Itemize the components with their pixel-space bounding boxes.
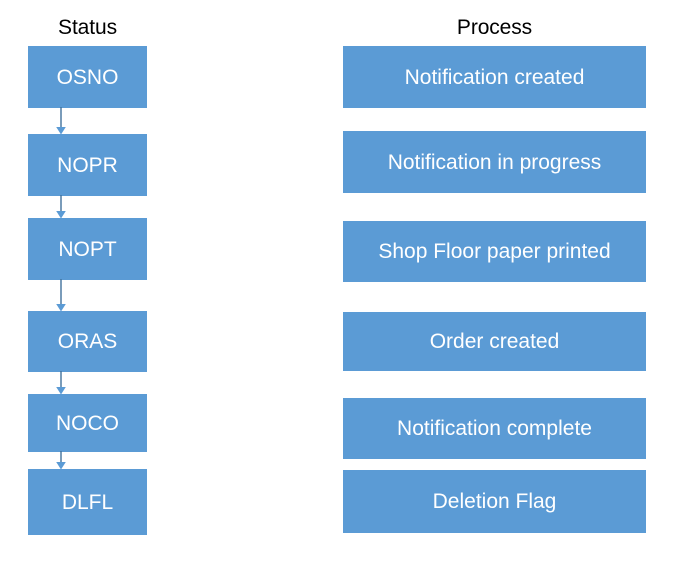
status-node-noco[interactable]: NOCO — [28, 394, 147, 452]
process-node-order-created[interactable]: Order created — [343, 312, 646, 371]
status-column-title: Status — [58, 16, 117, 39]
process-node-label: Notification complete — [397, 417, 592, 440]
status-node-label: DLFL — [61, 490, 114, 514]
process-node-deletion-flag[interactable]: Deletion Flag — [343, 470, 646, 533]
status-node-label: NOPT — [58, 237, 117, 261]
status-node-label: NOCO — [56, 411, 119, 435]
flow-arrow-icon — [56, 107, 66, 135]
flow-arrow-icon — [56, 451, 66, 470]
status-node-nopr[interactable]: NOPR — [28, 134, 147, 196]
process-node-label: Order created — [429, 330, 560, 353]
status-node-oras[interactable]: ORAS — [28, 311, 147, 372]
process-node-label: Shop Floor paper printed — [378, 240, 611, 263]
process-node-shop-floor-paper-printed[interactable]: Shop Floor paper printed — [343, 221, 646, 282]
process-node-notification-created[interactable]: Notification created — [343, 46, 646, 108]
status-node-label: OSNO — [56, 65, 119, 89]
status-node-label: NOPR — [57, 153, 118, 177]
status-node-osno[interactable]: OSNO — [28, 46, 147, 108]
process-node-notification-in-progress[interactable]: Notification in progress — [343, 131, 646, 193]
process-node-label: Notification in progress — [387, 150, 602, 174]
status-process-flow-diagram: Status Process OSNO NOPR NOPT ORAS NOCO … — [0, 0, 688, 574]
status-node-label: ORAS — [57, 330, 118, 353]
flow-arrow-icon — [56, 279, 66, 312]
process-node-notification-complete[interactable]: Notification complete — [343, 398, 646, 459]
status-node-nopt[interactable]: NOPT — [28, 218, 147, 280]
status-node-dlfl[interactable]: DLFL — [28, 469, 147, 535]
flow-arrow-icon — [56, 371, 66, 395]
flow-arrow-icon — [56, 195, 66, 219]
process-node-label: Notification created — [404, 65, 585, 89]
process-column-title: Process — [456, 16, 533, 39]
process-node-label: Deletion Flag — [432, 490, 557, 513]
